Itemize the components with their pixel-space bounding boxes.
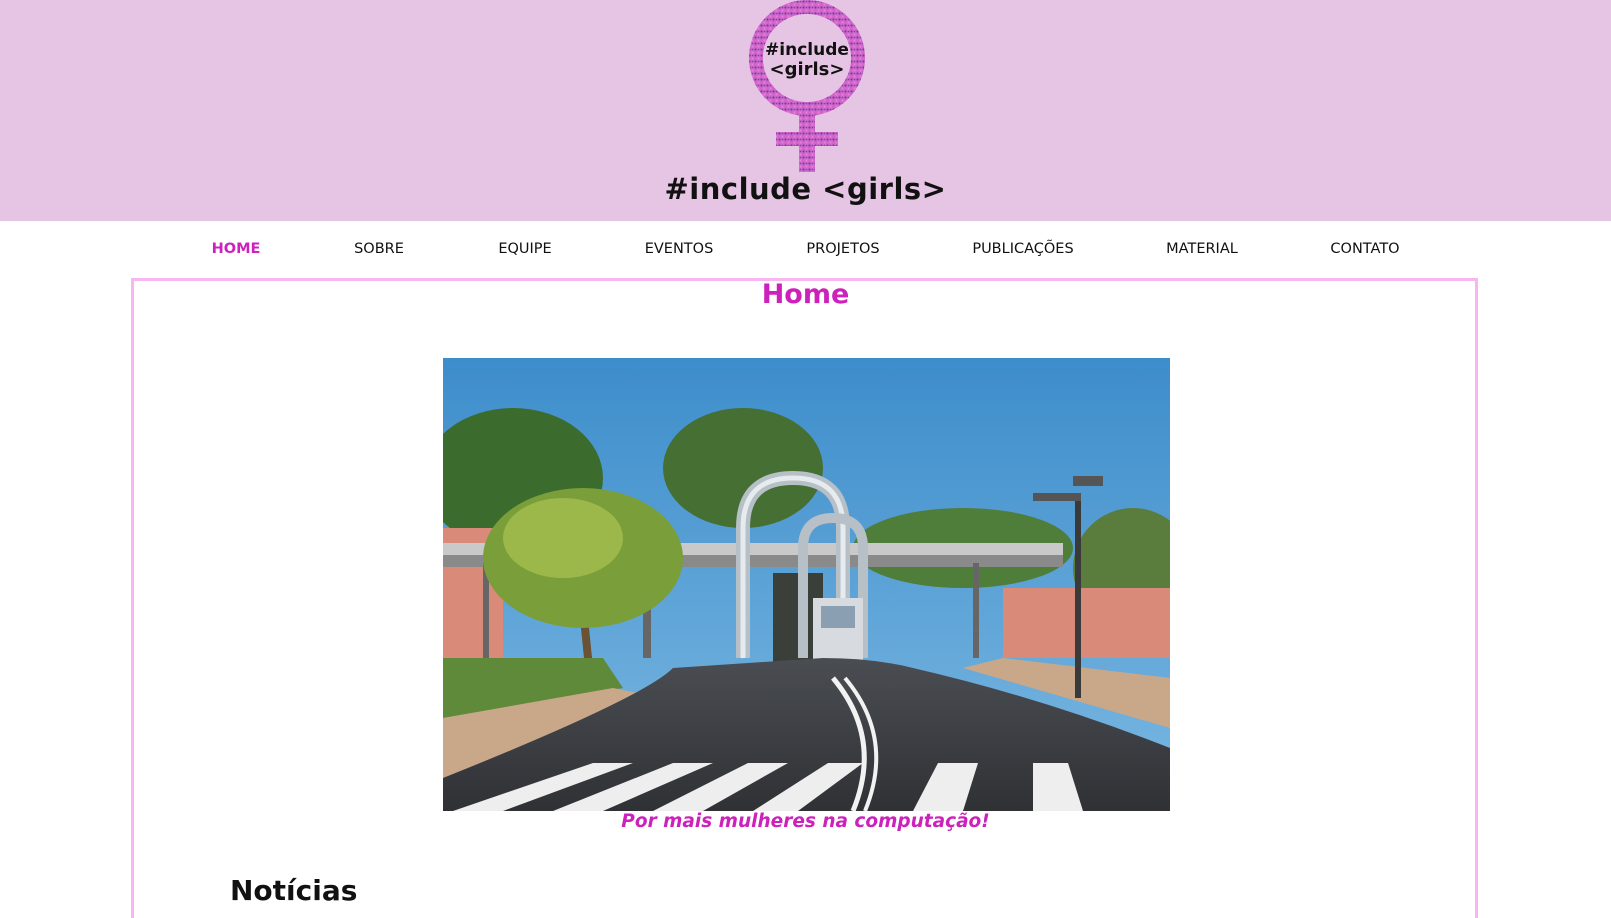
nav-item-material[interactable]: MATERIAL xyxy=(1166,241,1238,257)
main-nav: HOME SOBRE EQUIPE EVENTOS PROJETOS PUBLI… xyxy=(0,221,1611,277)
site-title: #include <girls> xyxy=(664,172,947,206)
nav-item-contato[interactable]: CONTATO xyxy=(1330,241,1399,257)
page-title: Home xyxy=(761,279,850,310)
logo-text-bottom: <girls> xyxy=(770,59,845,80)
nav-item-sobre[interactable]: SOBRE xyxy=(354,241,404,257)
nav-item-eventos[interactable]: EVENTOS xyxy=(645,241,714,257)
include-girls-logo[interactable]: #include <girls> xyxy=(742,0,872,176)
news-heading: Notícias xyxy=(230,874,358,907)
campus-entrance-photo xyxy=(443,358,1170,811)
logo-text-top: #include xyxy=(765,40,849,60)
nav-item-equipe[interactable]: EQUIPE xyxy=(498,241,551,257)
nav-item-home[interactable]: HOME xyxy=(212,241,261,257)
hero-caption: Por mais mulheres na computação! xyxy=(621,811,990,832)
site-header: #include <girls> #include <girls> xyxy=(0,0,1611,221)
nav-item-projetos[interactable]: PROJETOS xyxy=(806,241,879,257)
nav-item-publicacoes[interactable]: PUBLICAÇÕES xyxy=(972,241,1073,257)
